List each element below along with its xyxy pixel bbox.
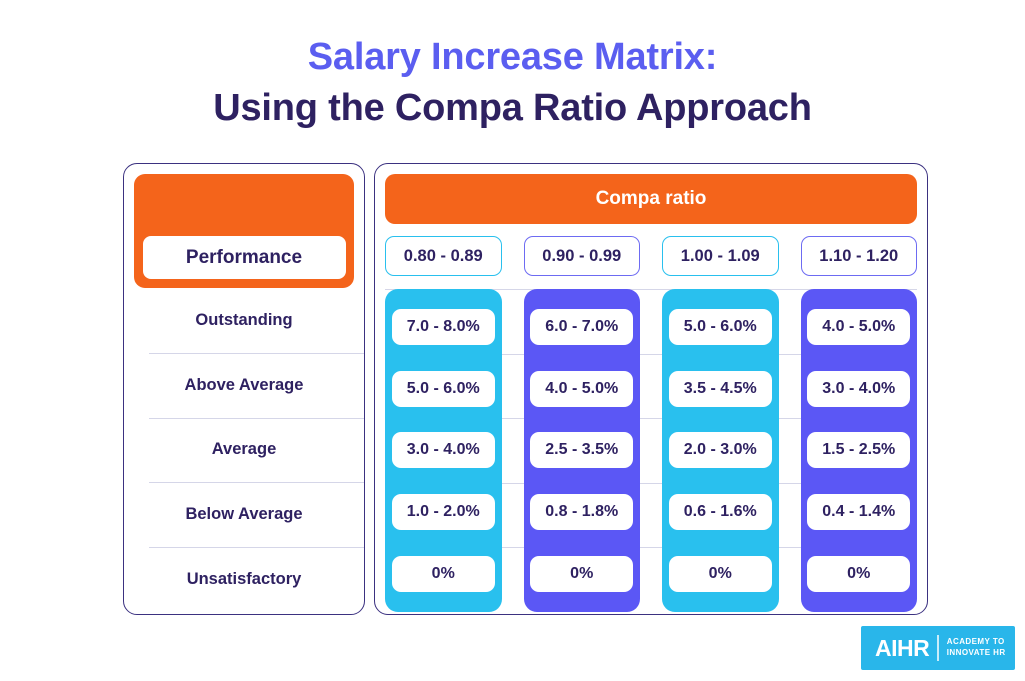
salary-increase-matrix: Performance Outstanding Above Average Av… xyxy=(123,163,928,615)
cell-value: 0.4 - 1.4% xyxy=(822,503,896,521)
data-column-1: 6.0 - 7.0% 4.0 - 5.0% 2.5 - 3.5% 0.8 - 1… xyxy=(523,289,640,612)
column-header-0: 0.80 - 0.89 xyxy=(385,236,502,276)
cell-value: 0.6 - 1.6% xyxy=(683,503,757,521)
aihr-logo-divider xyxy=(937,635,939,661)
cell-2-1: 2.5 - 3.5% xyxy=(530,432,633,469)
row-header-label: Below Average xyxy=(185,505,303,524)
row-header-below-average: Below Average xyxy=(124,482,364,547)
cell-value: 7.0 - 8.0% xyxy=(406,317,480,335)
page-title-line-2: Using the Compa Ratio Approach xyxy=(213,87,812,130)
cell-4-2: 0% xyxy=(668,556,772,593)
performance-row-labels: Outstanding Above Average Average Below … xyxy=(124,288,364,614)
aihr-logo: AIHR ACADEMY TO INNOVATE HR xyxy=(861,626,1015,670)
cell-4-1: 0% xyxy=(530,556,633,593)
row-header-outstanding: Outstanding xyxy=(124,288,364,353)
cell-1-0: 5.0 - 6.0% xyxy=(391,370,495,407)
cell-3-0: 1.0 - 2.0% xyxy=(391,494,495,531)
cell-3-2: 0.6 - 1.6% xyxy=(668,494,772,531)
cell-value: 2.5 - 3.5% xyxy=(545,441,619,459)
cell-value: 2.0 - 3.0% xyxy=(683,441,757,459)
cell-value: 4.0 - 5.0% xyxy=(822,317,896,335)
cell-value: 0.8 - 1.8% xyxy=(545,503,619,521)
cell-3-1: 0.8 - 1.8% xyxy=(530,494,633,531)
column-header-1: 0.90 - 0.99 xyxy=(523,236,640,276)
cell-value: 0% xyxy=(847,565,871,583)
row-header-above-average: Above Average xyxy=(124,352,364,418)
performance-header: Performance xyxy=(134,174,354,288)
cell-value: 4.0 - 5.0% xyxy=(545,379,619,397)
cell-value: 3.0 - 4.0% xyxy=(822,379,896,397)
cell-1-2: 3.5 - 4.5% xyxy=(668,370,772,407)
column-header-label: 1.10 - 1.20 xyxy=(819,246,899,265)
cell-0-2: 5.0 - 6.0% xyxy=(668,308,772,345)
data-column-3: 4.0 - 5.0% 3.0 - 4.0% 1.5 - 2.5% 0.4 - 1… xyxy=(800,289,917,612)
performance-panel: Performance Outstanding Above Average Av… xyxy=(123,163,365,615)
column-header-3: 1.10 - 1.20 xyxy=(800,236,917,276)
data-column-2: 5.0 - 6.0% 3.5 - 4.5% 2.0 - 3.0% 0.6 - 1… xyxy=(662,289,779,612)
page-title: Salary Increase Matrix: Using the Compa … xyxy=(0,32,1025,135)
cell-value: 1.5 - 2.5% xyxy=(822,441,896,459)
cell-value: 3.5 - 4.5% xyxy=(683,379,757,397)
compa-ratio-column-headers: 0.80 - 0.89 0.90 - 0.99 1.00 - 1.09 1.10… xyxy=(385,236,917,276)
column-header-2: 1.00 - 1.09 xyxy=(662,236,779,276)
cell-value: 0% xyxy=(570,565,594,583)
cell-1-1: 4.0 - 5.0% xyxy=(530,370,633,407)
cell-1-3: 3.0 - 4.0% xyxy=(807,370,910,407)
cell-2-3: 1.5 - 2.5% xyxy=(807,432,910,469)
column-header-label: 0.80 - 0.89 xyxy=(403,246,483,265)
aihr-logo-tagline-line-2: INNOVATE HR xyxy=(946,648,1006,657)
cell-value: 6.0 - 7.0% xyxy=(545,317,619,335)
aihr-logo-tagline: ACADEMY TO INNOVATE HR xyxy=(947,637,1006,658)
compa-ratio-header: Compa ratio xyxy=(385,174,917,224)
column-header-label: 0.90 - 0.99 xyxy=(542,246,622,265)
cell-0-1: 6.0 - 7.0% xyxy=(530,308,633,345)
aihr-logo-tagline-line-1: ACADEMY TO xyxy=(946,637,1005,647)
cell-value: 5.0 - 6.0% xyxy=(406,379,480,397)
cell-2-0: 3.0 - 4.0% xyxy=(391,432,495,469)
row-header-average: Average xyxy=(124,417,364,483)
cell-2-2: 2.0 - 3.0% xyxy=(668,432,772,469)
cell-value: 3.0 - 4.0% xyxy=(406,441,480,459)
cell-value: 5.0 - 6.0% xyxy=(683,317,757,335)
cell-value: 0% xyxy=(708,565,732,583)
data-column-0: 7.0 - 8.0% 5.0 - 6.0% 3.0 - 4.0% 1.0 - 2… xyxy=(385,289,502,612)
row-header-unsatisfactory: Unsatisfactory xyxy=(124,547,364,612)
aihr-logo-wordmark: AIHR xyxy=(875,634,930,661)
compa-ratio-panel: Compa ratio 0.80 - 0.89 0.90 - 0.99 1.00… xyxy=(374,163,928,615)
row-header-label: Unsatisfactory xyxy=(186,570,302,589)
row-header-label: Average xyxy=(211,440,277,459)
cell-value: 0% xyxy=(431,565,455,583)
cell-value: 1.0 - 2.0% xyxy=(406,503,480,521)
matrix-data-area: 7.0 - 8.0% 5.0 - 6.0% 3.0 - 4.0% 1.0 - 2… xyxy=(385,289,917,612)
performance-header-label-box: Performance xyxy=(142,236,346,279)
page-title-line-1: Salary Increase Matrix: xyxy=(307,36,718,78)
compa-ratio-header-label: Compa ratio xyxy=(595,188,707,209)
cell-0-0: 7.0 - 8.0% xyxy=(391,308,495,345)
cell-3-3: 0.4 - 1.4% xyxy=(807,494,910,531)
cell-0-3: 4.0 - 5.0% xyxy=(807,308,910,345)
column-header-label: 1.00 - 1.09 xyxy=(680,246,760,265)
row-header-label: Above Average xyxy=(184,375,304,394)
cell-4-0: 0% xyxy=(391,556,495,593)
performance-header-label: Performance xyxy=(185,246,303,268)
row-header-label: Outstanding xyxy=(195,310,293,329)
cell-4-3: 0% xyxy=(807,556,910,593)
